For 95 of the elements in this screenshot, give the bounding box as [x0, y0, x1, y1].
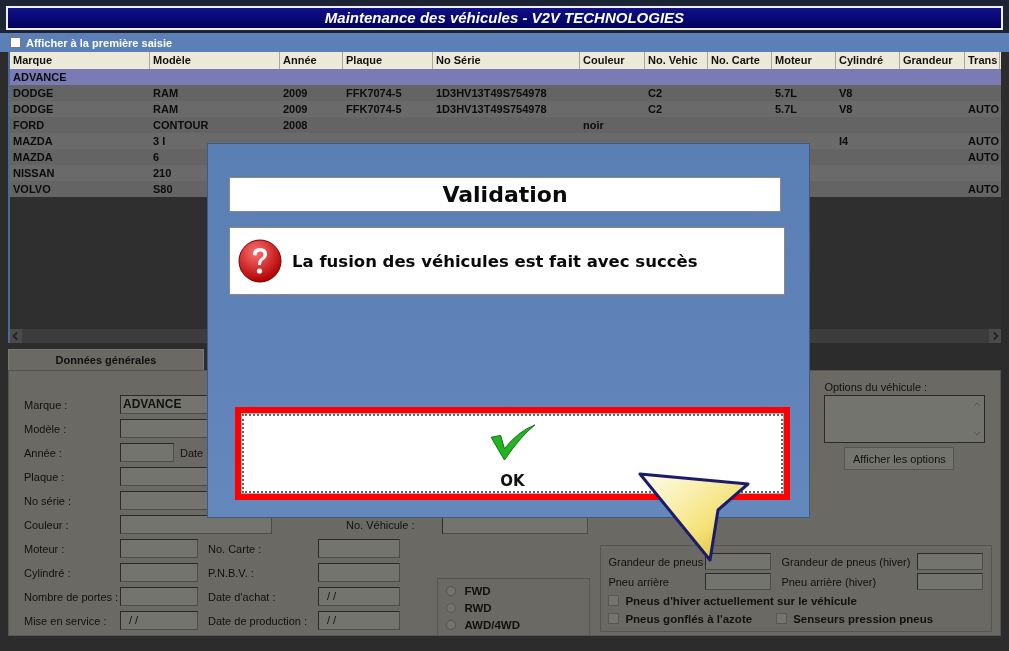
table-cell: I4: [839, 135, 849, 147]
radio-button[interactable]: [446, 586, 457, 596]
field-label: Date: [180, 446, 204, 459]
checkbox-label: Pneus d'hiver actuellement sur le véhicule: [625, 594, 857, 607]
field-label: Moteur :: [24, 542, 66, 555]
field-label: Pneu arrière: [608, 575, 670, 588]
table-cell: FORD: [13, 119, 45, 131]
field-label: Couleur :: [24, 518, 70, 531]
input-field[interactable]: [917, 553, 984, 570]
checkbox[interactable]: [608, 595, 620, 606]
table-cell: RAM: [153, 87, 179, 99]
table-cell: DODGE: [13, 103, 54, 115]
field-label: Plaque :: [24, 470, 66, 483]
table-cell: 210: [153, 167, 172, 179]
date-field[interactable]: / /: [318, 611, 400, 630]
table-cell: AUTO: [968, 183, 999, 195]
field-label: Nombre de portes :: [24, 590, 120, 603]
table-cell: FFK7074-5: [346, 103, 402, 115]
input-field[interactable]: [917, 573, 984, 590]
table-cell: 1D3HV13T49S754978: [436, 103, 547, 115]
table-cell: RAM: [153, 103, 179, 115]
field-label: Grandeur de pneus (hiver): [781, 555, 912, 568]
table-cell: AUTO: [968, 151, 999, 163]
radio-button[interactable]: [446, 603, 457, 613]
ok-button[interactable]: OK: [235, 407, 790, 500]
question-icon: [238, 239, 282, 283]
field-label: Modèle :: [24, 422, 68, 435]
table-cell: noir: [583, 119, 604, 131]
options-list[interactable]: [824, 395, 986, 443]
radio-label: FWD: [464, 585, 491, 597]
field-label: Date de production :: [208, 614, 309, 627]
radio-label: RWD: [464, 602, 492, 614]
message-text: La fusion des véhicules est fait avec succès: [292, 251, 698, 271]
input-field[interactable]: [705, 553, 772, 570]
table-cell: MAZDA: [13, 151, 53, 163]
table-cell: V8: [839, 103, 853, 115]
table-cell: FFK7074-5: [346, 87, 402, 99]
checkbox[interactable]: [608, 613, 620, 624]
table-cell: 5.7L: [775, 87, 797, 99]
input-field[interactable]: [120, 563, 198, 582]
radio-button[interactable]: [446, 620, 457, 630]
field-label: Pneu arrière (hiver): [781, 575, 878, 588]
table-cell: AUTO: [968, 103, 999, 115]
table-cell: 2009: [283, 103, 308, 115]
table-cell: ADVANCE: [13, 71, 67, 83]
table-cell: 2008: [283, 119, 308, 131]
input-field[interactable]: [318, 563, 400, 582]
table-cell: 6: [153, 151, 160, 163]
table-cell: 5.7L: [775, 103, 797, 115]
table-cell: NISSAN: [13, 167, 55, 179]
field-label: No. Carte :: [208, 542, 263, 555]
field-label: P.N.B.V. :: [208, 566, 255, 579]
field-label: Date d'achat :: [208, 590, 277, 603]
input-field[interactable]: [120, 587, 198, 606]
table-cell: 2009: [283, 87, 308, 99]
table-cell: VOLVO: [13, 183, 51, 195]
checkbox-label: Senseurs pression pneus: [793, 612, 934, 625]
scroll-left-icon[interactable]: [10, 329, 22, 343]
show-options-button[interactable]: Afficher les options: [844, 447, 955, 470]
check-icon: [488, 424, 537, 462]
date-field[interactable]: / /: [318, 587, 400, 606]
table-cell: AUTO: [968, 135, 999, 147]
field-label: Mise en service :: [24, 614, 108, 627]
field-label: Grandeur de pneus: [608, 555, 705, 568]
field-label: No série :: [24, 494, 73, 507]
checkbox-label: Pneus gonflés à l'azote: [625, 612, 753, 625]
table-cell: DODGE: [13, 87, 54, 99]
checkbox[interactable]: [10, 37, 21, 48]
table-row[interactable]: DODGE RAM 2009 FFK7074-5 1D3HV13T49S754978 C2 5.7L V8 AUTO: [10, 101, 1001, 117]
field-label: Cylindré :: [24, 566, 72, 579]
field-label: No. Véhicule :: [346, 518, 416, 531]
input-field[interactable]: [120, 443, 174, 462]
table-cell: 3 I: [153, 135, 166, 147]
field-label: Options du véhicule :: [824, 381, 929, 395]
checkbox-label: Afficher à la première saisie: [26, 36, 173, 49]
dialog-title: Validation: [229, 177, 781, 212]
checkbox[interactable]: [776, 613, 788, 624]
table-cell: C2: [648, 87, 663, 99]
input-field[interactable]: [120, 515, 272, 534]
window-title: Maintenance des véhicules - V2V TECHNOLOGIES: [6, 6, 1003, 30]
date-field[interactable]: / /: [120, 611, 198, 630]
table-cell: V8: [839, 87, 853, 99]
field-label: Année :: [24, 446, 63, 459]
input-field[interactable]: [318, 539, 400, 558]
table-cell: C2: [648, 103, 663, 115]
table-row[interactable]: ADVANCE: [10, 69, 1001, 85]
input-field[interactable]: [120, 539, 198, 558]
scroll-right-icon[interactable]: [989, 329, 1001, 343]
field-label: Marque :: [24, 398, 69, 411]
table-cell: MAZDA: [13, 135, 53, 147]
table-cell: 1D3HV13T49S754978: [436, 87, 547, 99]
input-field[interactable]: [705, 573, 772, 590]
table-cell: CONTOUR: [153, 119, 209, 131]
radio-label: AWD/4WD: [464, 619, 520, 631]
table-cell: S80: [153, 183, 173, 195]
